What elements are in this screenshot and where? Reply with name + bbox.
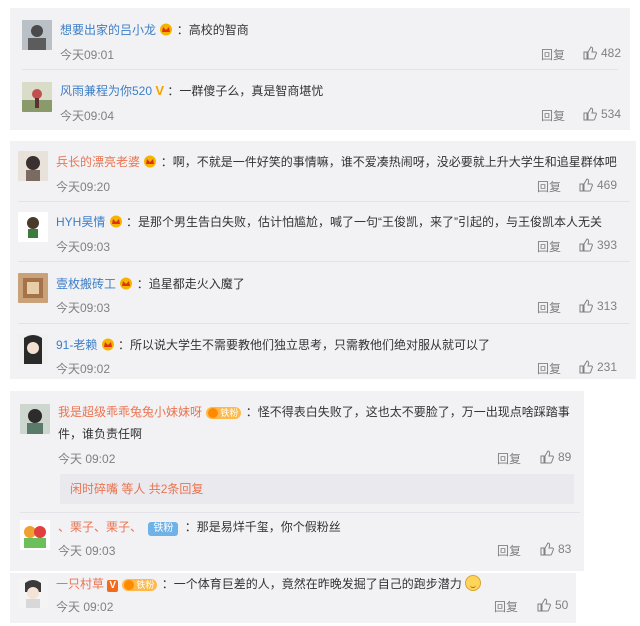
- sub-reply-count[interactable]: 等人 共2条回复: [121, 482, 203, 496]
- divider: [18, 261, 630, 262]
- username-link[interactable]: 壹枚搬砖工: [56, 277, 116, 291]
- person-icon: [20, 404, 50, 434]
- fan-badge: 铁粉: [122, 579, 158, 591]
- person-icon: [22, 20, 52, 50]
- comment-text: 兵长的漂亮老婆 ：啊，不就是一件好笑的事情嘛，谁不爱凑热闹呀，没必要就上升大学生…: [56, 155, 617, 169]
- person-icon: [18, 273, 48, 303]
- vip-crown-icon: [144, 155, 157, 168]
- reply-button[interactable]: 回复: [497, 542, 521, 559]
- like-button[interactable]: 83: [540, 542, 571, 556]
- thumbs-up-icon: [537, 598, 551, 612]
- thumbs-up-icon: [583, 107, 597, 121]
- avatar[interactable]: [22, 20, 52, 50]
- like-button[interactable]: 231: [579, 360, 617, 374]
- divider: [18, 323, 630, 324]
- username-link[interactable]: 风雨兼程为你520: [60, 84, 152, 98]
- thumbs-up-icon: [579, 360, 593, 374]
- comment-time: 今天09:01: [60, 48, 115, 62]
- comment-text: HYH昊情 ：是那个男生告白失败，估计怕尴尬，喊了一句“王俊凯，来了”引起的，与…: [56, 215, 603, 229]
- vip-crown-icon: [101, 338, 114, 351]
- avatar[interactable]: [18, 334, 48, 364]
- thumbs-up-icon: [540, 542, 554, 556]
- username-link[interactable]: 一只村草: [56, 577, 104, 591]
- person-icon: [18, 334, 48, 364]
- username-link[interactable]: HYH昊情: [56, 215, 105, 229]
- fan-badge: 铁粉: [206, 407, 242, 419]
- thumbs-up-icon: [579, 238, 593, 252]
- username-link[interactable]: 想要出家的吕小龙: [60, 23, 156, 37]
- reply-button[interactable]: 回复: [497, 450, 521, 467]
- vip-v-icon: V: [107, 580, 119, 592]
- avatar[interactable]: [18, 273, 48, 303]
- like-button[interactable]: 313: [579, 299, 617, 313]
- like-button[interactable]: 469: [579, 178, 617, 192]
- username-link[interactable]: 91-老赖: [56, 338, 97, 352]
- reply-button[interactable]: 回复: [537, 360, 561, 377]
- vip-crown-icon: [160, 23, 173, 36]
- reply-button[interactable]: 回复: [541, 107, 565, 124]
- like-button[interactable]: 393: [579, 238, 617, 252]
- person-icon: [18, 578, 48, 608]
- avatar[interactable]: [18, 578, 48, 608]
- comment-time: 今天09:03: [56, 301, 111, 315]
- comment-text: 91-老赖 ：所以说大学生不需要教他们独立思考，只需教他们绝对服从就可以了: [56, 338, 491, 352]
- thumbs-up-icon: [540, 450, 554, 464]
- comment-text: 想要出家的吕小龙 ：高校的智商: [60, 23, 249, 37]
- sub-reply-summary[interactable]: 闲时碎嘴 等人 共2条回复: [60, 474, 574, 504]
- avatar[interactable]: [22, 82, 52, 112]
- like-button[interactable]: 89: [540, 450, 571, 464]
- comment-time: 今天 09:03: [58, 544, 116, 558]
- person-icon: [18, 212, 48, 242]
- person-icon: [20, 520, 50, 550]
- comment-text: 壹枚搬砖工 ：追星都走火入魔了: [56, 277, 245, 291]
- comment-time: 今天09:02: [56, 362, 111, 376]
- comment-time: 今天09:03: [56, 240, 111, 254]
- divider: [22, 69, 618, 70]
- fan-badge: 铁粉: [148, 522, 179, 536]
- avatar[interactable]: [18, 151, 48, 181]
- comment-text: 我是超级乖乖兔兔小妹妹呀 铁粉 ：怪不得表白失败了，这也太不要脸了，万一出现点啥…: [58, 405, 570, 419]
- reply-button[interactable]: 回复: [537, 299, 561, 316]
- verified-v-icon: V: [155, 83, 165, 98]
- like-button[interactable]: 482: [583, 46, 621, 60]
- divider: [20, 512, 580, 513]
- comment-time: 今天 09:02: [58, 452, 116, 466]
- avatar[interactable]: [20, 404, 50, 434]
- person-icon: [18, 151, 48, 181]
- comment-time: 今天09:20: [56, 180, 111, 194]
- avatar[interactable]: [20, 520, 50, 550]
- person-icon: [22, 82, 52, 112]
- username-link[interactable]: 我是超级乖乖兔兔小妹妹呀: [58, 405, 202, 419]
- reply-button[interactable]: 回复: [541, 46, 565, 63]
- avatar[interactable]: [18, 212, 48, 242]
- sub-reply-user[interactable]: 闲时碎嘴: [70, 482, 118, 496]
- divider: [18, 201, 630, 202]
- comment-text: 、栗子、栗子、 铁粉 ：那是易烊千玺，你个假粉丝: [58, 520, 341, 536]
- username-link[interactable]: 兵长的漂亮老婆: [56, 155, 140, 169]
- comment-text: 风雨兼程为你520 V ：一群傻子么，真是智商堪忧: [60, 83, 324, 98]
- smile-emoji-icon: [465, 575, 482, 591]
- reply-button[interactable]: 回复: [537, 238, 561, 255]
- reply-button[interactable]: 回复: [537, 178, 561, 195]
- thumbs-up-icon: [579, 178, 593, 192]
- thumbs-up-icon: [579, 299, 593, 313]
- vip-crown-icon: [109, 215, 122, 228]
- comment-text: 一只村草 V 铁粉 ：一个体育巨差的人，竟然在昨晚发掘了自己的跑步潜力: [56, 575, 482, 593]
- like-button[interactable]: 50: [537, 598, 568, 612]
- vip-crown-icon: [120, 277, 133, 290]
- comment-text-continued: 件，谁负责任啊: [58, 427, 143, 441]
- reply-button[interactable]: 回复: [494, 598, 518, 615]
- comment-time: 今天09:04: [60, 109, 115, 123]
- like-button[interactable]: 534: [583, 107, 621, 121]
- username-link[interactable]: 、栗子、栗子、: [58, 520, 142, 534]
- comment-time: 今天 09:02: [56, 600, 114, 614]
- thumbs-up-icon: [583, 46, 597, 60]
